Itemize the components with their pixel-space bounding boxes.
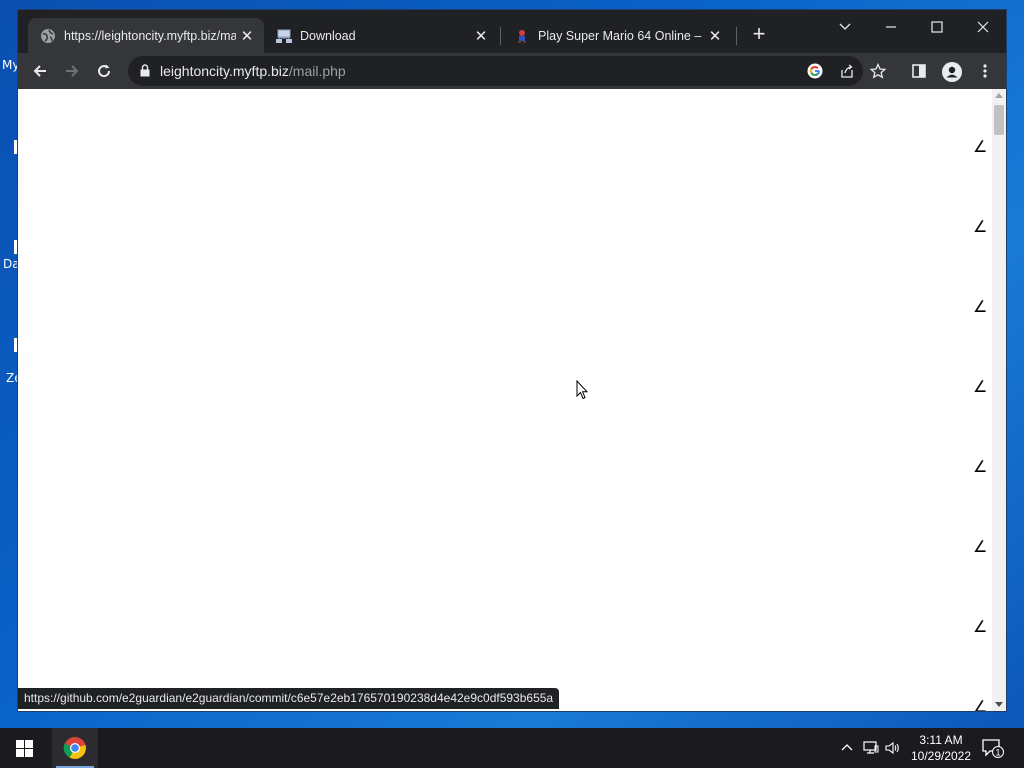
address-url[interactable]: leightoncity.myftp.biz/mail.php — [160, 63, 346, 79]
desktop-icon-label[interactable]: My — [2, 58, 19, 72]
vertical-scrollbar[interactable] — [992, 89, 1006, 711]
tab-separator — [500, 27, 501, 45]
tab-strip: https://leightoncity.myftp.biz/mail.php … — [18, 10, 1006, 53]
url-host: leightoncity.myftp.biz — [160, 63, 289, 79]
angle-glyph: ∠ — [973, 377, 988, 396]
globe-icon — [40, 28, 56, 44]
tab-download[interactable]: Download ✕ — [264, 18, 498, 53]
mario-icon — [514, 28, 530, 44]
tab-title: https://leightoncity.myftp.biz/mail.php — [64, 28, 236, 43]
tab-separator — [736, 27, 737, 45]
clock-date: 10/29/2022 — [910, 749, 972, 763]
angle-glyph: ∠ — [973, 537, 988, 556]
show-hidden-icons-chevron-icon[interactable] — [838, 739, 856, 757]
page-content: ∠ ∠ ∠ ∠ ∠ ∠ ∠ ∠ — [18, 89, 1006, 711]
tab-title: Play Super Mario 64 Online – Nintendo 64 — [538, 28, 704, 43]
address-bar[interactable]: leightoncity.myftp.biz/mail.php — [128, 56, 863, 86]
volume-tray-icon[interactable] — [884, 739, 902, 757]
menu-dots-icon[interactable] — [976, 62, 994, 80]
minimize-button[interactable] — [868, 16, 914, 44]
maximize-button[interactable] — [914, 16, 960, 44]
new-tab-button[interactable]: + — [748, 23, 770, 46]
clock-time: 3:11 AM — [919, 733, 963, 747]
url-path: /mail.php — [288, 63, 346, 79]
angle-glyph: ∠ — [973, 137, 988, 156]
scroll-thumb[interactable] — [994, 105, 1004, 135]
angle-glyph: ∠ — [973, 697, 988, 711]
notification-center-icon[interactable]: 1 — [982, 738, 1004, 763]
mouse-cursor-icon — [576, 379, 589, 405]
profile-avatar-icon[interactable] — [942, 62, 962, 82]
browser-toolbar: leightoncity.myftp.biz/mail.php — [18, 53, 1006, 89]
taskbar: 3:11 AM 10/29/2022 1 — [0, 728, 1024, 768]
start-button[interactable] — [0, 728, 48, 768]
angle-glyph: ∠ — [973, 457, 988, 476]
browser-window: https://leightoncity.myftp.biz/mail.php … — [18, 10, 1006, 711]
close-window-button[interactable] — [960, 16, 1006, 44]
scroll-down-arrow-icon[interactable] — [995, 702, 1003, 707]
close-tab-icon[interactable]: ✕ — [704, 27, 726, 45]
status-bubble-url: https://github.com/e2guardian/e2guardian… — [18, 688, 560, 709]
reload-button[interactable] — [90, 57, 118, 85]
angle-glyph: ∠ — [973, 217, 988, 236]
system-clock[interactable]: 3:11 AM 10/29/2022 — [906, 732, 976, 764]
tab-mail[interactable]: https://leightoncity.myftp.biz/mail.php … — [28, 18, 264, 53]
tab-title: Download — [300, 28, 356, 43]
angle-glyph: ∠ — [973, 297, 988, 316]
chrome-taskbar-icon[interactable] — [52, 728, 98, 768]
close-tab-icon[interactable]: ✕ — [236, 27, 258, 45]
tab-mario[interactable]: Play Super Mario 64 Online – Nintendo 64… — [502, 18, 732, 53]
bookmark-star-icon[interactable] — [869, 62, 887, 80]
forward-button[interactable] — [58, 57, 86, 85]
tab-search-icon[interactable] — [822, 16, 868, 44]
side-panel-icon[interactable] — [910, 62, 928, 80]
network-icon — [276, 28, 292, 44]
share-icon[interactable] — [838, 62, 856, 80]
google-lens-icon[interactable] — [806, 62, 824, 80]
close-tab-icon[interactable]: ✕ — [470, 27, 492, 45]
notification-count: 1 — [995, 748, 1000, 758]
back-button[interactable] — [26, 57, 54, 85]
angle-glyph: ∠ — [973, 617, 988, 636]
lock-icon[interactable] — [140, 64, 150, 82]
scroll-up-arrow-icon[interactable] — [995, 93, 1003, 98]
network-tray-icon[interactable] — [862, 739, 880, 757]
